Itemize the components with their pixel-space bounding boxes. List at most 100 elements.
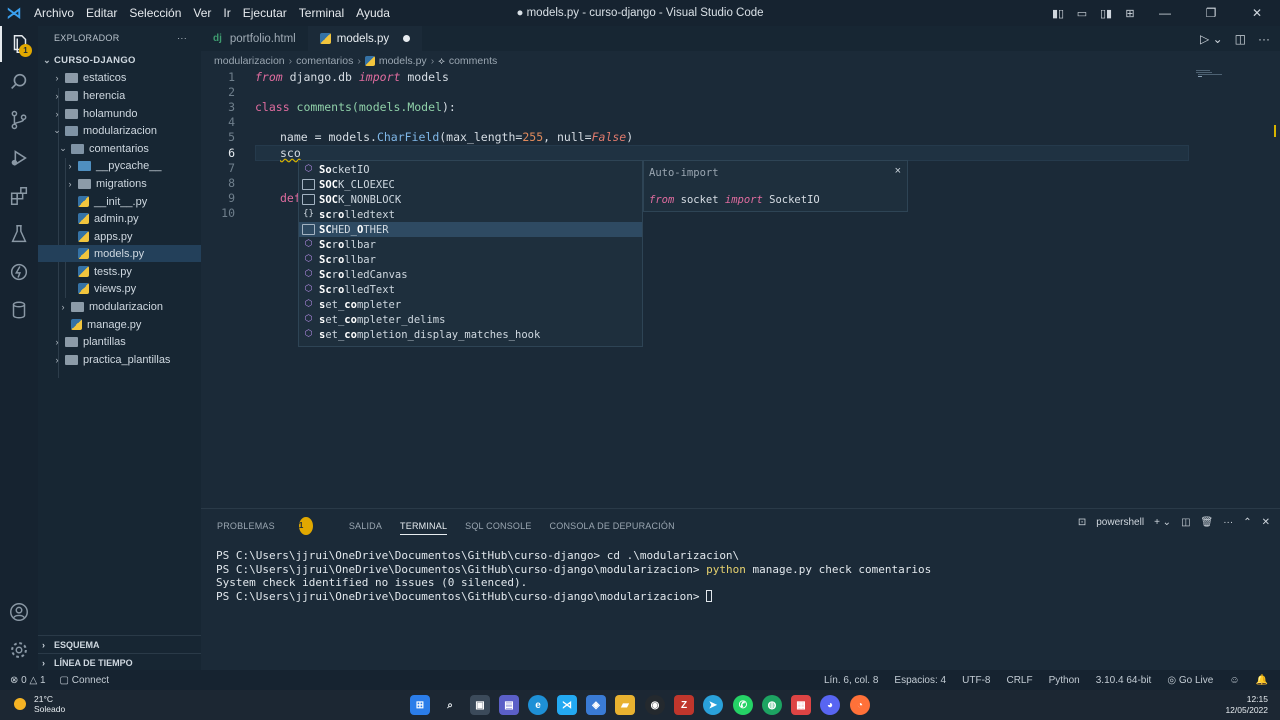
- tree-folder-herencia[interactable]: › herencia: [38, 87, 201, 104]
- tree-folder-estaticos[interactable]: › estaticos: [38, 69, 201, 86]
- maximize-button[interactable]: ❐: [1188, 6, 1234, 20]
- suggestion-item[interactable]: ⬡ s et_ co mpleter: [299, 297, 642, 312]
- tree-root-curso-django[interactable]: ⌄ CURSO-DJANGO: [38, 52, 201, 69]
- suggestion-item[interactable]: ⬡ Sc r o llbar: [299, 252, 642, 267]
- store-icon[interactable]: ◈: [586, 695, 606, 715]
- menu-ir[interactable]: Ir: [217, 0, 236, 26]
- tree-folder-modularizacion[interactable]: ⌄ modularizacion: [38, 122, 201, 139]
- encoding[interactable]: UTF-8: [962, 675, 990, 686]
- terminal-output[interactable]: PS C:\Users\jjrui\OneDrive\Documentos\Gi…: [216, 549, 931, 603]
- split-editor-icon[interactable]: ◫: [1235, 32, 1246, 46]
- tree-folder-practica-plantillas[interactable]: › practica_plantillas: [38, 351, 201, 368]
- timeline-section[interactable]: › LÍNEA DE TIEMPO: [38, 653, 201, 671]
- suggestion-item[interactable]: ⬡ Sc r o llbar: [299, 237, 642, 252]
- notifications-icon[interactable]: 🔔: [1256, 675, 1268, 686]
- suggestion-item[interactable]: ⬡ Sc r o lledCanvas: [299, 267, 642, 282]
- go-live[interactable]: ◎ Go Live: [1167, 675, 1213, 686]
- tree-file-apps[interactable]: apps.py: [38, 228, 201, 245]
- close-icon[interactable]: ×: [895, 165, 901, 177]
- toggle-secondary-sidebar-icon[interactable]: ▯▮: [1094, 7, 1118, 20]
- unsaved-dot-icon[interactable]: [403, 35, 411, 42]
- tree-folder-modularizacion-inner[interactable]: › modularizacion: [38, 298, 201, 315]
- database-icon[interactable]: [0, 292, 38, 328]
- menu-ayuda[interactable]: Ayuda: [350, 0, 396, 26]
- tab-models-py[interactable]: models.py: [307, 26, 423, 51]
- close-panel-icon[interactable]: ✕: [1262, 517, 1270, 528]
- app-icon[interactable]: ▦: [791, 695, 811, 715]
- weather-widget[interactable]: 21°C Soleado: [14, 694, 65, 714]
- explorer-more-icon[interactable]: ···: [177, 33, 187, 43]
- end-of-line[interactable]: CRLF: [1006, 675, 1032, 686]
- tab-portfolio-html[interactable]: dj portfolio.html: [201, 26, 308, 51]
- toggle-panel-icon[interactable]: ▭: [1070, 7, 1094, 20]
- indentation[interactable]: Espacios: 4: [894, 675, 946, 686]
- split-terminal-icon[interactable]: ◫: [1181, 517, 1190, 528]
- suggestion-item[interactable]: {} sc r o lledtext: [299, 207, 642, 222]
- tree-folder-pycache[interactable]: › __pycache__: [38, 157, 201, 174]
- tree-folder-holamundo[interactable]: › holamundo: [38, 105, 201, 122]
- clock[interactable]: 12:15 12/05/2022: [1225, 694, 1268, 716]
- trash-icon[interactable]: 🗑: [1201, 517, 1214, 528]
- telegram-icon[interactable]: ➤: [703, 695, 723, 715]
- tree-folder-plantillas[interactable]: › plantillas: [38, 333, 201, 350]
- github-icon[interactable]: ◉: [645, 695, 665, 715]
- tree-folder-migrations[interactable]: › migrations: [38, 175, 201, 192]
- tree-file-admin[interactable]: admin.py: [38, 210, 201, 227]
- suggestion-item[interactable]: ⬡ Sc r o lledText: [299, 282, 642, 297]
- language-mode[interactable]: Python: [1049, 675, 1080, 686]
- testing-icon[interactable]: [0, 216, 38, 252]
- minimap[interactable]: [1196, 68, 1266, 98]
- source-control-icon[interactable]: [0, 102, 38, 138]
- suggestion-item[interactable]: SOC K_CLOEXEC: [299, 177, 642, 192]
- chrome-icon[interactable]: ◍: [762, 695, 782, 715]
- task-view-icon[interactable]: ▣: [470, 695, 490, 715]
- tree-folder-comentarios[interactable]: ⌄ comentarios: [38, 140, 201, 157]
- extensions-icon[interactable]: [0, 178, 38, 214]
- tab-sql-console[interactable]: SQL CONSOLE: [465, 517, 531, 535]
- breadcrumb-item[interactable]: comments: [449, 55, 497, 67]
- outline-section[interactable]: › ESQUEMA: [38, 635, 201, 653]
- menu-terminal[interactable]: Terminal: [293, 0, 350, 26]
- more-actions-icon[interactable]: ···: [1223, 517, 1233, 528]
- breadcrumb-item[interactable]: models.py: [379, 55, 427, 67]
- cursor-position[interactable]: Lín. 6, col. 8: [824, 675, 878, 686]
- account-icon[interactable]: [0, 594, 38, 630]
- connect-status[interactable]: ▢ Connect: [60, 675, 109, 686]
- tree-file-init[interactable]: __init__.py: [38, 193, 201, 210]
- discord-icon[interactable]: ◕: [820, 695, 840, 715]
- remote-explorer-icon[interactable]: [0, 254, 38, 290]
- menu-editar[interactable]: Editar: [80, 0, 123, 26]
- run-debug-icon[interactable]: [0, 140, 38, 176]
- settings-gear-icon[interactable]: [0, 632, 38, 668]
- suggestion-item[interactable]: ⬡ s et_ co mpleter_delims: [299, 312, 642, 327]
- shell-name[interactable]: powershell: [1096, 517, 1144, 528]
- customize-layout-icon[interactable]: ⊞: [1118, 7, 1142, 20]
- windows-start-icon[interactable]: ⊞: [410, 695, 430, 715]
- new-terminal-icon[interactable]: + ⌄: [1154, 517, 1171, 528]
- menu-archivo[interactable]: Archivo: [28, 0, 80, 26]
- close-button[interactable]: ✕: [1234, 6, 1280, 20]
- tab-terminal[interactable]: TERMINAL: [400, 517, 448, 535]
- minimize-button[interactable]: —: [1142, 6, 1188, 20]
- file-explorer-icon[interactable]: ▰: [615, 695, 635, 715]
- python-interpreter[interactable]: 3.10.4 64-bit: [1096, 675, 1152, 686]
- vscode-taskbar-icon[interactable]: ⋊: [557, 695, 577, 715]
- tab-problems[interactable]: PROBLEMAS 1: [217, 517, 331, 535]
- whatsapp-icon[interactable]: ✆: [733, 695, 753, 715]
- teams-chat-icon[interactable]: ▤: [499, 695, 519, 715]
- toggle-sidebar-icon[interactable]: ▮▯: [1046, 7, 1070, 20]
- explorer-icon[interactable]: 1: [0, 26, 38, 62]
- filezilla-icon[interactable]: Z: [674, 695, 694, 715]
- more-actions-icon[interactable]: ···: [1258, 32, 1270, 46]
- tree-file-views[interactable]: views.py: [38, 280, 201, 297]
- suggestion-item[interactable]: SOC K_NONBLOCK: [299, 192, 642, 207]
- breadcrumb-item[interactable]: modularizacion: [214, 55, 285, 67]
- search-icon[interactable]: ⌕: [440, 695, 460, 715]
- suggestion-item[interactable]: ⬡ So cketIO: [299, 162, 642, 177]
- feedback-icon[interactable]: ☺: [1229, 675, 1239, 686]
- suggestion-item[interactable]: ⬡ s et_ co mpletion_display_matches_hook: [299, 327, 642, 342]
- suggestion-item-focused[interactable]: SC HED_ O THER: [299, 222, 642, 237]
- tree-file-tests[interactable]: tests.py: [38, 263, 201, 280]
- run-file-icon[interactable]: ▷ ⌄: [1200, 32, 1223, 46]
- search-icon[interactable]: [0, 64, 38, 100]
